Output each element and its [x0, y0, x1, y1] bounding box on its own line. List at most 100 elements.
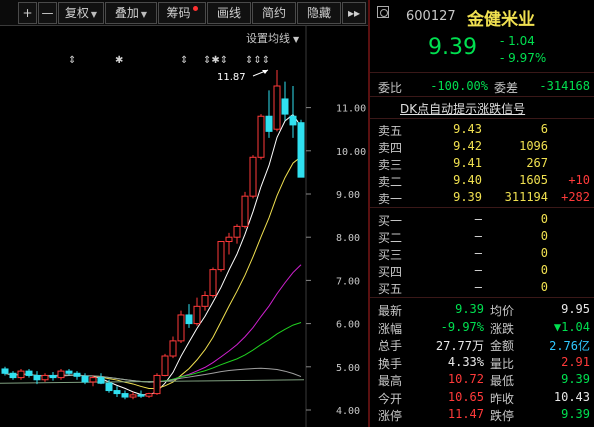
stat-label: 最新 [378, 304, 403, 318]
candle-body-down [1, 368, 9, 374]
order-diff-value: -314168 [539, 79, 590, 93]
price-tick-label: 8.00 [336, 233, 360, 244]
candle-body-up [249, 156, 257, 197]
ask-level-label: 卖四 [378, 141, 403, 155]
divider-line [370, 207, 594, 208]
bid-volume: 0 [540, 280, 548, 294]
stat-value: 10.65 [447, 389, 484, 404]
kline-chart[interactable]: ⇕ ✱ ⇕ ⇕✱⇕ ⇕⇕⇕ 11.0010.009.008.007.006.005.00… [0, 26, 368, 427]
candle-body-down [289, 115, 297, 126]
bid-volume: 0 [540, 263, 548, 277]
candle-body-up [273, 85, 281, 130]
bid-level-label: 买三 [378, 248, 403, 262]
candle-body-up [209, 269, 217, 297]
ma30-line [4, 322, 302, 383]
expand-panel-button[interactable]: ▸▸ [342, 2, 366, 24]
plus-icon: + [22, 6, 33, 20]
stat-label: 最低 [490, 374, 515, 388]
bid-volume: 0 [540, 212, 548, 226]
stat-value: 2.76亿 [549, 339, 590, 353]
price-tick-label: 5.00 [336, 363, 360, 374]
overlay-dropdown[interactable]: 叠加 ▼ [105, 2, 157, 24]
ask-price: 9.41 [453, 156, 482, 170]
ma20-line [4, 264, 302, 383]
candle-body-up [217, 241, 225, 271]
bid-volume: 0 [540, 246, 548, 260]
ask-price: 9.40 [453, 173, 482, 187]
candle-body-down [65, 370, 73, 374]
candle-body-up [257, 115, 265, 158]
ma120-line [0, 379, 305, 384]
divider-line [370, 96, 594, 97]
stat-label: 跌停 [490, 409, 515, 423]
caret-down-icon: ▼ [140, 10, 148, 19]
stock-code: 600127 [406, 9, 456, 24]
price-tick-label: 4.00 [336, 406, 360, 417]
candle-body-down [281, 98, 289, 115]
chips-label: 筹码 [166, 6, 191, 20]
price-axis: 11.00 10.00 9.00 8.00 7.00 6.00 5.00 4.00 [306, 104, 366, 417]
event-marker-icon: ⇕✱⇕ [203, 55, 228, 66]
stat-label: 均价 [490, 304, 515, 318]
stat-label: 换手 [378, 356, 403, 371]
ask-volume-change: +282 [561, 190, 590, 204]
price-tick-label: 9.00 [336, 190, 360, 201]
simple-mode-label: 简约 [261, 6, 286, 20]
adjust-rights-dropdown[interactable]: 复权 ▼ [58, 2, 104, 24]
stat-label: 昨收 [490, 391, 515, 406]
stat-label: 涨停 [378, 409, 403, 423]
stat-value: 10.43 [553, 389, 590, 404]
candle-body-up [193, 305, 201, 325]
ask-level-label: 卖一 [378, 192, 403, 206]
candle-body-down [121, 393, 129, 398]
zoom-in-button[interactable]: + [18, 2, 37, 24]
ask-level-label: 卖五 [378, 124, 403, 138]
candle-body-down [49, 374, 57, 379]
candle-body-up [233, 225, 241, 238]
price-change-percent: - 9.97% [500, 51, 547, 65]
candle-body-up [201, 295, 209, 307]
ask-volume: 267 [526, 156, 548, 170]
hide-button[interactable]: 隐藏 [297, 2, 341, 24]
stat-label: 量比 [490, 356, 515, 371]
chips-button[interactable]: 筹码 [158, 2, 206, 24]
stat-value: 10.72 [447, 372, 484, 386]
candle-body-up [241, 195, 249, 227]
ask-volume: 311194 [504, 190, 548, 204]
ask-volume: 6 [540, 122, 548, 136]
notification-dot-icon [192, 6, 198, 11]
stat-value: 4.33% [447, 354, 484, 369]
order-ratio-value: -100.00% [430, 79, 488, 93]
ask-level-label: 卖二 [378, 175, 403, 189]
price-change: - 1.04 [500, 34, 535, 48]
minus-icon: — [41, 6, 54, 20]
candle-body-up [177, 314, 185, 342]
draw-line-button[interactable]: 画线 [207, 2, 251, 24]
bid-price: — [474, 229, 482, 243]
price-tick-label: 10.00 [336, 147, 366, 158]
ask-volume: 1605 [519, 173, 548, 187]
zoom-out-button[interactable]: — [38, 2, 57, 24]
dk-signal-link[interactable]: DK点自动提示涨跌信号 [400, 100, 525, 117]
chart-toolbar: + — 复权 ▼ 叠加 ▼ 筹码 画线 简约 隐藏 ▸▸ [0, 0, 368, 26]
bid-level-label: 买五 [378, 282, 403, 296]
ask-price: 9.43 [453, 122, 482, 136]
stat-value: -9.97% [440, 319, 484, 334]
candle-body-up [153, 374, 161, 395]
event-marker-icon: ✱ [115, 55, 123, 66]
overlay-label: 叠加 [114, 6, 139, 20]
stat-value: 9.95 [561, 302, 590, 316]
stat-value: 27.77万 [435, 339, 484, 353]
candlesticks [1, 70, 305, 400]
bid-level-label: 买二 [378, 231, 403, 245]
settings-gear-icon[interactable] [377, 6, 389, 18]
candle-body-up [57, 370, 65, 379]
candle-body-down [33, 374, 41, 381]
stat-label: 涨跌 [490, 321, 515, 336]
candle-body-up [17, 370, 25, 379]
candle-body-down [25, 370, 33, 376]
simple-mode-button[interactable]: 简约 [252, 2, 296, 24]
bid-level-label: 买四 [378, 265, 403, 279]
ma5-line [4, 113, 302, 396]
event-markers: ⇕ ✱ ⇕ ⇕✱⇕ ⇕⇕⇕ [68, 55, 270, 66]
